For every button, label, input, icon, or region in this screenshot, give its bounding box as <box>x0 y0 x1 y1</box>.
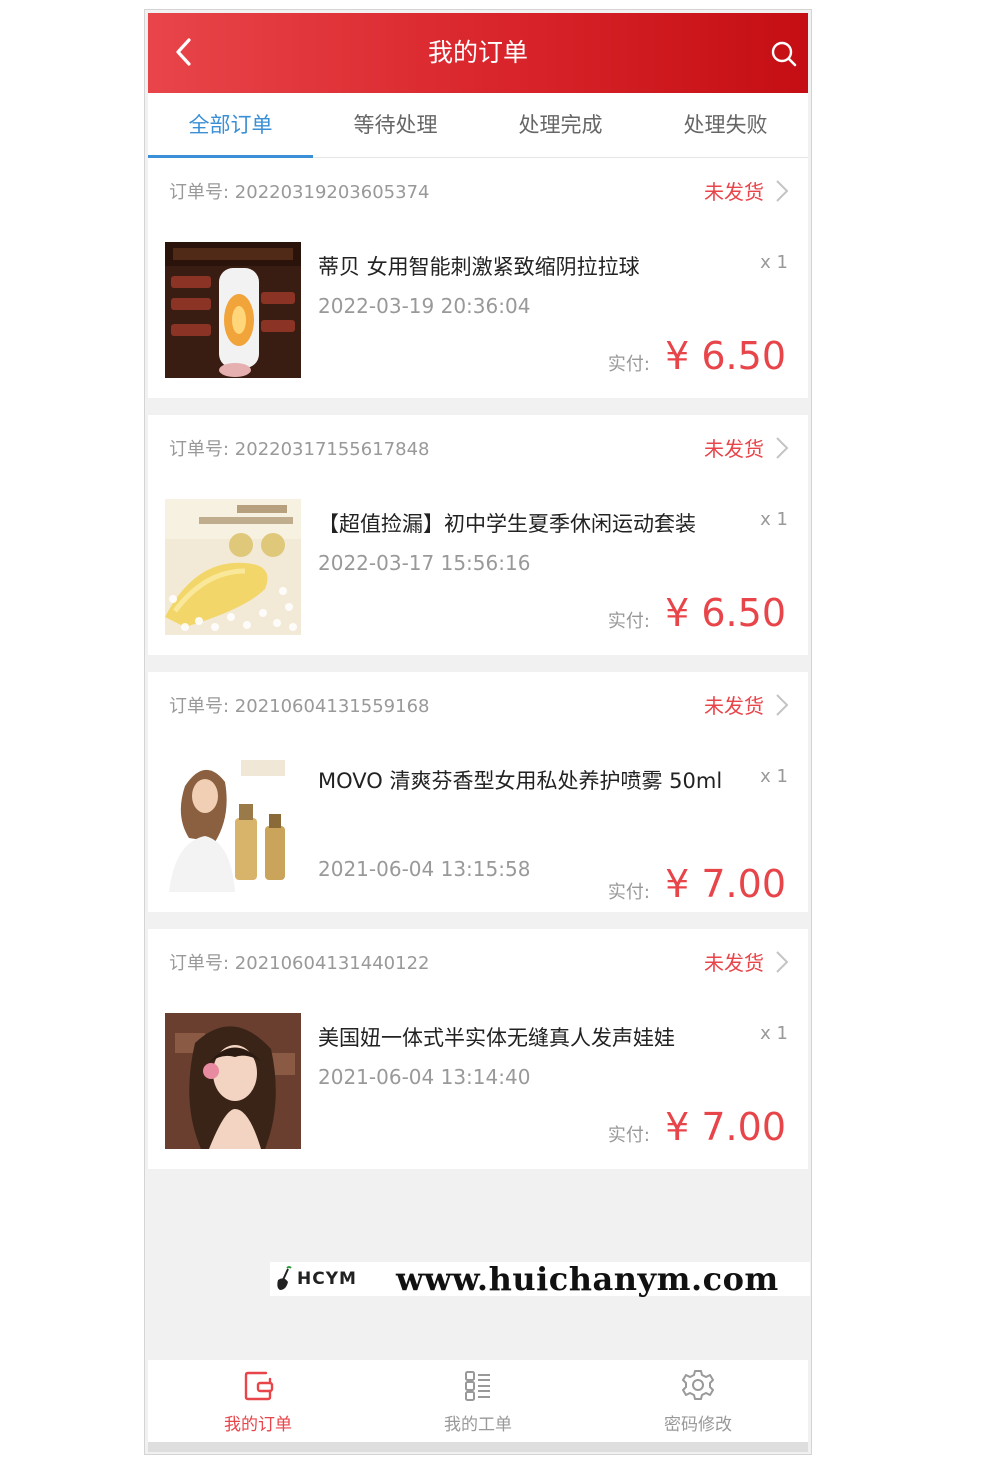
quantity: x 1 <box>760 509 788 530</box>
chevron-right-icon[interactable] <box>774 692 790 718</box>
quantity: x 1 <box>760 1023 788 1044</box>
order-price: ¥ 6.50 <box>665 334 786 378</box>
tab-my-orders[interactable]: 我的订单 <box>148 1360 368 1442</box>
header-bar: 我的订单 <box>148 13 808 93</box>
order-date: 2021-06-04 13:15:58 <box>318 857 531 881</box>
quantity: x 1 <box>760 766 788 787</box>
paid-label: 实付: <box>607 882 650 903</box>
tab-my-tickets[interactable]: 我的工单 <box>368 1360 588 1442</box>
order-number: 订单号: 20210604131559168 <box>169 696 430 717</box>
tab-label: 我的订单 <box>224 1415 292 1435</box>
paid-label: 实付: <box>607 354 650 375</box>
order-date: 2021-06-04 13:14:40 <box>318 1065 531 1089</box>
order-price: ¥ 7.00 <box>665 1105 786 1149</box>
order-status[interactable]: 未发货 <box>704 947 764 976</box>
product-image[interactable] <box>165 242 301 378</box>
wallet-icon <box>244 1371 274 1401</box>
product-image[interactable] <box>165 756 301 892</box>
order-number: 订单号: 20220319203605374 <box>169 182 430 203</box>
list-icon <box>465 1371 490 1401</box>
order-status[interactable]: 未发货 <box>704 690 764 719</box>
tab-label: 我的工单 <box>444 1415 512 1435</box>
quantity: x 1 <box>760 252 788 273</box>
product-name[interactable]: 【超值捡漏】初中学生夏季休闲运动套装 <box>318 507 738 541</box>
order-card[interactable]: 订单号: 20210604131559168 未发货 MOVO 清爽芬香型女用私… <box>148 672 808 912</box>
product-name[interactable]: 蒂贝 女用智能刺激紧致缩阴拉拉球 <box>318 250 738 284</box>
order-date: 2022-03-17 15:56:16 <box>318 551 531 575</box>
order-status[interactable]: 未发货 <box>704 433 764 462</box>
order-card[interactable]: 订单号: 20210604131440122 未发货 美国妞一体式半实体无缝真人… <box>148 929 808 1169</box>
order-number: 订单号: 20210604131440122 <box>169 953 430 974</box>
paid-label: 实付: <box>607 1125 650 1146</box>
order-status-tabs: 全部订单 等待处理 处理完成 处理失败 <box>148 93 808 158</box>
watermark-url: www.huichanym.com <box>396 1260 779 1298</box>
order-price: ¥ 6.50 <box>665 591 786 635</box>
tab-change-password[interactable]: 密码修改 <box>588 1360 808 1442</box>
tab-pending[interactable]: 等待处理 <box>313 93 478 157</box>
order-card[interactable]: 订单号: 20220319203605374 未发货 蒂贝 女用智能刺激紧致缩阴… <box>148 158 808 398</box>
search-icon[interactable] <box>770 40 798 68</box>
product-image[interactable] <box>165 499 301 635</box>
chevron-right-icon[interactable] <box>774 435 790 461</box>
paid-label: 实付: <box>607 611 650 632</box>
shovel-icon <box>277 1266 292 1290</box>
chevron-right-icon[interactable] <box>774 949 790 975</box>
tab-failed[interactable]: 处理失败 <box>643 93 808 157</box>
bottom-strip <box>148 1442 808 1452</box>
bottom-tab-bar: 我的订单 我的工单 密码修改 <box>148 1360 808 1442</box>
phone-frame: 我的订单 全部订单 等待处理 处理完成 处理失败 订单号: 2022031920… <box>144 9 812 1455</box>
tab-label: 密码修改 <box>664 1415 732 1435</box>
watermark-logo: HCYM <box>270 1266 396 1292</box>
product-name[interactable]: 美国妞一体式半实体无缝真人发声娃娃 <box>318 1021 738 1055</box>
chevron-right-icon[interactable] <box>774 178 790 204</box>
watermark: HCYM www.huichanym.com <box>270 1260 810 1298</box>
page-title: 我的订单 <box>427 38 528 67</box>
order-number: 订单号: 20220317155617848 <box>169 439 430 460</box>
product-image[interactable] <box>165 1013 301 1149</box>
watermark-logo-text: HCYM <box>297 1269 357 1289</box>
order-status[interactable]: 未发货 <box>704 176 764 205</box>
order-price: ¥ 7.00 <box>665 862 786 906</box>
order-card[interactable]: 订单号: 20220317155617848 未发货 【超值捡漏】初中学生夏季休… <box>148 415 808 655</box>
tab-all-orders[interactable]: 全部订单 <box>148 93 313 158</box>
tab-completed[interactable]: 处理完成 <box>478 93 643 157</box>
order-date: 2022-03-19 20:36:04 <box>318 294 531 318</box>
product-name[interactable]: MOVO 清爽芬香型女用私处养护喷雾 50ml <box>318 764 738 798</box>
gear-icon <box>682 1370 714 1400</box>
